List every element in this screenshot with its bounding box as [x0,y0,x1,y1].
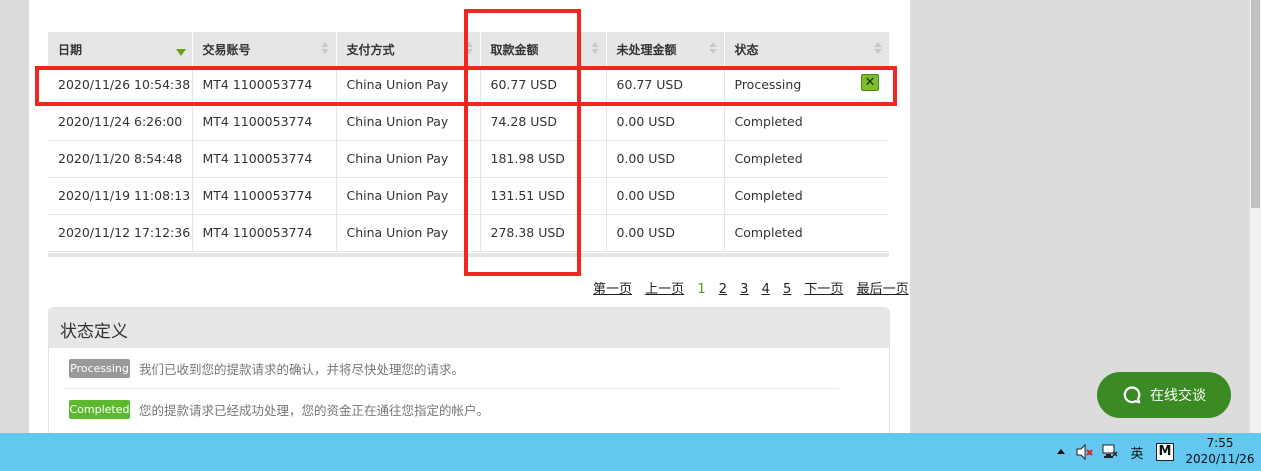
status-description: 我们已收到您的提款请求的确认，并将尽快处理您的请求。 [139,361,465,377]
cell-account: MT4 1100053774 [192,214,337,252]
status-item-completed: Completed 您的提款请求已经成功处理，您的资金正在通往您指定的帐户。 [63,389,839,430]
tray-expand-icon[interactable] [1055,443,1067,461]
table-row: 2020/11/12 17:12:36 MT4 1100053774 China… [48,214,889,252]
table-row: 2020/11/19 11:08:13 MT4 1100053774 China… [48,177,889,215]
live-chat-label: 在线交谈 [1150,388,1206,404]
cell-pending: 60.77 USD [606,66,725,104]
status-badge-processing: Processing [69,358,130,378]
col-header-label: 支付方式 [346,42,395,57]
table-bottom-border [48,253,889,257]
cell-account: MT4 1100053774 [192,177,337,215]
table-row: 2020/11/20 8:54:48 MT4 1100053774 China … [48,140,889,178]
sort-icon [590,42,599,56]
clock-date: 2020/11/26 [1185,452,1255,466]
status-definition-panel: 状态定义 Processing 我们已收到您的提款请求的确认，并将尽快处理您的请… [48,307,890,437]
col-header-status[interactable]: 状态 [724,32,889,66]
cell-amount: 131.51 USD [480,177,607,215]
cell-pending: 0.00 USD [606,103,725,141]
cell-status: Completed [724,214,889,252]
cell-date: 2020/11/12 17:12:36 [48,214,193,252]
cell-account: MT4 1100053774 [192,103,337,141]
chat-bubble-icon [1123,386,1141,404]
status-badge-completed: Completed [69,400,130,419]
cell-payment: China Union Pay [336,66,481,104]
col-header-label: 交易账号 [202,42,251,57]
sort-icon [874,42,882,56]
cell-amount: 60.77 USD [480,66,607,104]
cell-amount: 74.28 USD [480,103,607,141]
clock-time: 7:55 [1206,436,1234,450]
col-header-label: 日期 [58,42,83,57]
cell-date: 2020/11/20 8:54:48 [48,140,193,178]
page-link[interactable]: 2 [719,282,727,297]
cell-account: MT4 1100053774 [192,140,337,178]
status-description: 您的提款请求已经成功处理，您的资金正在通往您指定的帐户。 [139,403,490,418]
cell-status: Completed [724,103,889,141]
col-header-label: 未处理金额 [616,42,677,57]
table-row: 2020/11/26 10:54:38 MT4 1100053774 China… [48,66,889,104]
live-chat-button[interactable]: 在线交谈 [1097,372,1231,418]
cell-payment: China Union Pay [336,214,481,252]
cell-pending: 0.00 USD [606,140,725,178]
page-next-link[interactable]: 下一页 [804,282,843,297]
status-item-processing: Processing 我们已收到您的提款请求的确认，并将尽快处理您的请求。 [63,348,839,389]
close-icon: ✕ [864,75,876,90]
withdrawal-table: 日期 交易账号 支付方式 取款金额 未处理金额 状态 2020/11/26 10… [48,32,889,252]
cell-payment: China Union Pay [336,140,481,178]
status-definition-title: 状态定义 [49,308,889,348]
page-first-link[interactable]: 第一页 [593,282,632,297]
cancel-withdrawal-button[interactable]: ✕ [861,74,879,91]
cell-account: MT4 1100053774 [192,66,337,104]
ime-mode-indicator[interactable]: M [1156,443,1174,461]
cell-payment: China Union Pay [336,177,481,215]
page-link[interactable]: 4 [762,282,770,297]
cell-date: 2020/11/24 6:26:00 [48,103,193,141]
sort-icon [464,42,473,56]
page-last-link[interactable]: 最后一页 [857,282,909,297]
network-icon[interactable] [1101,443,1119,461]
cell-status: Completed [724,140,889,178]
col-header-date[interactable]: 日期 [48,32,193,66]
cell-payment: China Union Pay [336,103,481,141]
cell-status: Completed [724,177,889,215]
sort-icon [320,42,329,56]
col-header-payment[interactable]: 支付方式 [336,32,481,66]
page-link[interactable]: 5 [783,282,791,297]
sort-desc-icon [175,49,186,56]
cell-date: 2020/11/26 10:54:38 [48,66,193,104]
taskbar-clock[interactable]: 7:55 2020/11/26 [1184,435,1256,467]
cell-amount: 181.98 USD [480,140,607,178]
col-header-amount[interactable]: 取款金额 [480,32,607,66]
volume-muted-icon[interactable] [1075,443,1095,461]
col-header-label: 取款金额 [490,42,539,57]
cell-date: 2020/11/19 11:08:13 [48,177,193,215]
sort-icon [708,42,717,56]
table-header-row: 日期 交易账号 支付方式 取款金额 未处理金额 状态 [48,32,889,66]
table-row: 2020/11/24 6:26:00 MT4 1100053774 China … [48,103,889,141]
cell-amount: 278.38 USD [480,214,607,252]
scrollbar-thumb[interactable] [1251,0,1260,208]
col-header-label: 状态 [734,42,759,57]
page-prev-link[interactable]: 上一页 [645,282,684,297]
page-link-current[interactable]: 1 [697,282,705,297]
cell-pending: 0.00 USD [606,177,725,215]
col-header-pending[interactable]: 未处理金额 [606,32,725,66]
ime-language-indicator[interactable]: 英 [1128,443,1146,462]
col-header-account[interactable]: 交易账号 [192,32,337,66]
pagination: 第一页 上一页 1 2 3 4 5 下一页 最后一页 [593,278,909,297]
cell-pending: 0.00 USD [606,214,725,252]
taskbar [0,433,1261,471]
page-link[interactable]: 3 [740,282,748,297]
